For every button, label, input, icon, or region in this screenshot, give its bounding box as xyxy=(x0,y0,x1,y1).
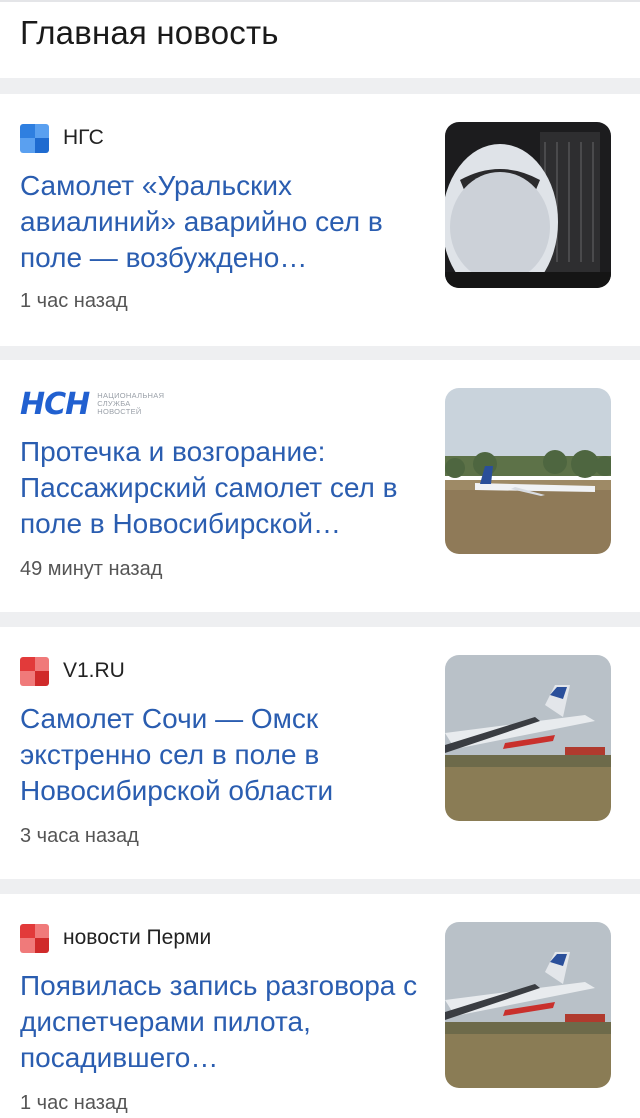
news-card[interactable]: НСН Национальная служба новостей Протечк… xyxy=(0,360,640,612)
source-name: новости Перми xyxy=(63,926,212,949)
news-thumbnail[interactable] xyxy=(445,655,611,821)
news-card[interactable]: НГС Самолет «Уральских авиалиний» аварий… xyxy=(0,94,640,346)
news-source[interactable]: V1.RU xyxy=(20,655,125,687)
source-name: НГС xyxy=(63,126,104,149)
airplane-in-field-image xyxy=(445,388,611,554)
news-headline[interactable]: Протечка и возгорание: Пассажирский само… xyxy=(20,434,420,542)
source-subtitle: Национальная служба новостей xyxy=(97,391,165,416)
news-thumbnail[interactable] xyxy=(445,922,611,1088)
news-card[interactable]: V1.RU Самолет Сочи — Омск экстренно сел … xyxy=(0,627,640,879)
airplane-wing-field-image xyxy=(445,655,611,821)
nsn-logo: НСН Национальная служба новостей xyxy=(20,387,177,422)
v1-red-square-icon xyxy=(20,656,49,686)
news-headline[interactable]: Самолет «Уральских авиалиний» аварийно с… xyxy=(20,168,420,276)
publish-time: 3 часа назад xyxy=(20,825,139,847)
publish-time: 1 час назад xyxy=(20,290,128,312)
news-thumbnail[interactable] xyxy=(445,388,611,554)
source-name: V1.RU xyxy=(63,659,125,682)
section-header: Главная новость xyxy=(0,0,640,78)
airplane-nose-closeup-image xyxy=(445,122,611,288)
section-title: Главная новость xyxy=(20,14,279,51)
publish-time: 1 час назад xyxy=(20,1092,128,1114)
news-headline[interactable]: Самолет Сочи — Омск экстренно сел в поле… xyxy=(20,701,420,809)
ngs-blue-square-icon xyxy=(20,123,49,153)
source-name: НСН xyxy=(20,386,90,422)
news-headline[interactable]: Появилась запись разговора с диспетчерам… xyxy=(20,968,420,1076)
news-thumbnail[interactable] xyxy=(445,122,611,288)
news-source[interactable]: НСН Национальная служба новостей xyxy=(20,387,177,422)
news-card[interactable]: новости Перми Появилась запись разговора… xyxy=(0,894,640,1118)
news-source[interactable]: новости Перми xyxy=(20,922,211,954)
perm-red-square-icon xyxy=(20,923,49,953)
airplane-wing-field-image xyxy=(445,922,611,1088)
news-source[interactable]: НГС xyxy=(20,122,104,154)
publish-time: 49 минут назад xyxy=(20,558,163,580)
